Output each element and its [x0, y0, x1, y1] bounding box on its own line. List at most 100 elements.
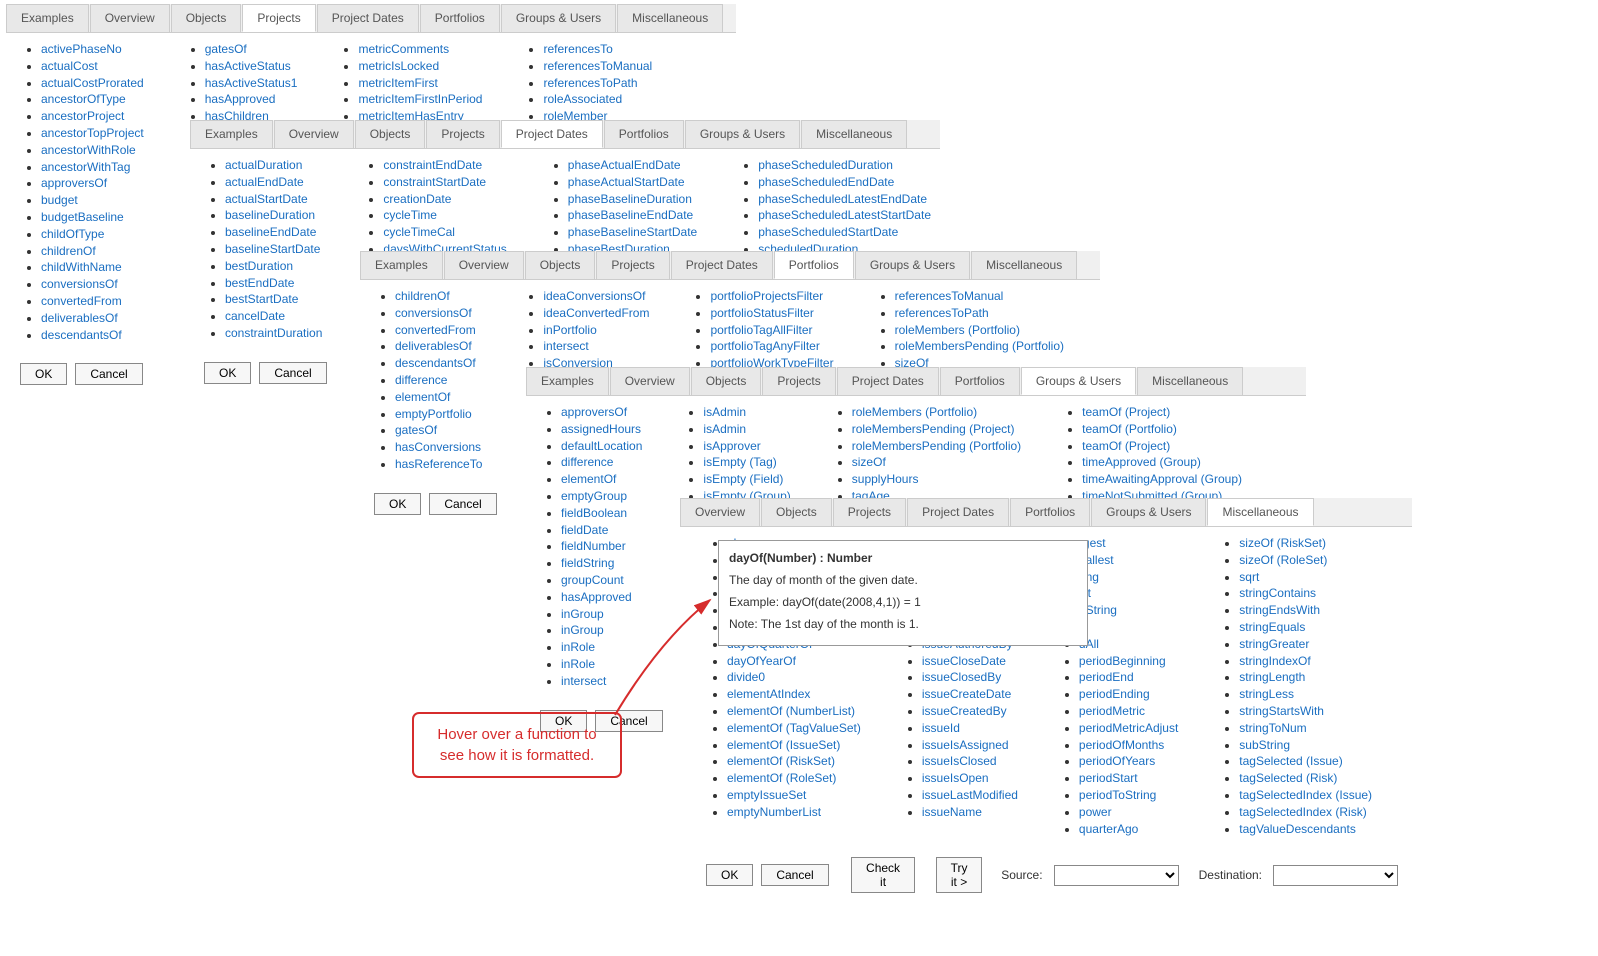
func-link[interactable]: stringStartsWith [1239, 704, 1324, 718]
func-link[interactable]: issueLastModified [922, 788, 1018, 802]
tab-projects[interactable]: Projects [242, 4, 315, 32]
func-link[interactable]: conversionsOf [395, 306, 472, 320]
func-link[interactable]: tagSelectedIndex (Issue) [1239, 788, 1372, 802]
func-link[interactable]: isAdmin [703, 405, 746, 419]
func-link[interactable]: referencesToManual [895, 289, 1004, 303]
tab-overview[interactable]: Overview [274, 120, 354, 148]
func-link[interactable]: constraintEndDate [383, 158, 482, 172]
tab-miscellaneous[interactable]: Miscellaneous [617, 4, 723, 32]
func-link[interactable]: phaseBaselineEndDate [568, 208, 693, 222]
func-link[interactable]: difference [561, 455, 613, 469]
func-link[interactable]: actualCost [41, 59, 98, 73]
tab-portfolios[interactable]: Portfolios [774, 251, 854, 279]
tab-miscellaneous[interactable]: Miscellaneous [1207, 498, 1313, 526]
func-link[interactable]: gatesOf [205, 42, 247, 56]
func-link[interactable]: deliverablesOf [395, 339, 472, 353]
func-link[interactable]: cancelDate [225, 309, 285, 323]
tab-objects[interactable]: Objects [171, 4, 242, 32]
func-link[interactable]: dayOfYearOf [727, 654, 796, 668]
func-link[interactable]: portfolioTagAnyFilter [710, 339, 819, 353]
tab-examples[interactable]: Examples [360, 251, 443, 279]
tab-projects[interactable]: Projects [762, 367, 835, 395]
func-link[interactable]: emptyPortfolio [395, 407, 472, 421]
func-link[interactable]: difference [395, 373, 447, 387]
func-link[interactable]: ideaConvertedFrom [543, 306, 649, 320]
tab-miscellaneous[interactable]: Miscellaneous [971, 251, 1077, 279]
func-link[interactable]: baselineDuration [225, 208, 315, 222]
func-link[interactable]: convertedFrom [41, 294, 122, 308]
func-link[interactable]: baselineStartDate [225, 242, 320, 256]
func-link[interactable]: conversionsOf [41, 277, 118, 291]
tab-miscellaneous[interactable]: Miscellaneous [801, 120, 907, 148]
tab-examples[interactable]: Examples [526, 367, 609, 395]
func-link[interactable]: tagSelectedIndex (Risk) [1239, 805, 1366, 819]
func-link[interactable]: constraintStartDate [383, 175, 486, 189]
func-link[interactable]: bestStartDate [225, 292, 298, 306]
tab-project-dates[interactable]: Project Dates [907, 498, 1009, 526]
func-link[interactable]: phaseBaselineDuration [568, 192, 692, 206]
func-link[interactable]: issueCreateDate [922, 687, 1011, 701]
func-link[interactable]: stringEndsWith [1239, 603, 1320, 617]
func-link[interactable]: sizeOf [852, 455, 886, 469]
func-link[interactable]: periodOfMonths [1079, 738, 1164, 752]
func-link[interactable]: stringEquals [1239, 620, 1305, 634]
func-link[interactable]: fieldNumber [561, 539, 626, 553]
func-link[interactable]: elementAtIndex [727, 687, 810, 701]
func-link[interactable]: issueName [922, 805, 982, 819]
tab-portfolios[interactable]: Portfolios [940, 367, 1020, 395]
func-link[interactable]: descendantsOf [41, 328, 122, 342]
ok-button[interactable]: OK [204, 362, 251, 384]
func-link[interactable]: portfolioTagAllFilter [710, 323, 812, 337]
func-link[interactable]: quarterAgo [1079, 822, 1138, 836]
func-link[interactable]: bestEndDate [225, 276, 294, 290]
func-link[interactable]: hasReferenceTo [395, 457, 482, 471]
ok-button[interactable]: OK [374, 493, 421, 515]
tab-groups-users[interactable]: Groups & Users [855, 251, 970, 279]
func-link[interactable]: sqrt [1239, 570, 1259, 584]
func-link[interactable]: metricComments [358, 42, 449, 56]
func-link[interactable]: elementOf [395, 390, 450, 404]
func-link[interactable]: phaseScheduledLatestEndDate [758, 192, 927, 206]
tab-objects[interactable]: Objects [355, 120, 426, 148]
tab-groups-users[interactable]: Groups & Users [501, 4, 616, 32]
func-link[interactable]: ideaConversionsOf [543, 289, 645, 303]
checkit-button[interactable]: Check it [851, 857, 915, 893]
func-link[interactable]: subString [1239, 738, 1290, 752]
func-link[interactable]: referencesTo [543, 42, 612, 56]
func-link[interactable]: periodOfYears [1079, 754, 1155, 768]
tab-groups-users[interactable]: Groups & Users [1021, 367, 1136, 395]
tab-overview[interactable]: Overview [610, 367, 690, 395]
tab-examples[interactable]: Examples [190, 120, 273, 148]
tryit-button[interactable]: Try it > [936, 857, 983, 893]
func-link[interactable]: issueIsClosed [922, 754, 997, 768]
func-link[interactable]: elementOf (TagValueSet) [727, 721, 861, 735]
func-link[interactable]: isEmpty (Field) [703, 472, 783, 486]
func-link[interactable]: periodMetric [1079, 704, 1145, 718]
func-link[interactable]: inRole [561, 640, 595, 654]
func-link[interactable]: referencesToPath [895, 306, 989, 320]
func-link[interactable]: actualEndDate [225, 175, 304, 189]
func-link[interactable]: bestDuration [225, 259, 293, 273]
func-link[interactable]: actualStartDate [225, 192, 308, 206]
func-link[interactable]: phaseScheduledDuration [758, 158, 893, 172]
func-link[interactable]: power [1079, 805, 1112, 819]
func-link[interactable]: teamOf (Project) [1082, 405, 1170, 419]
func-link[interactable]: stringContains [1239, 586, 1316, 600]
tab-objects[interactable]: Objects [691, 367, 762, 395]
func-link[interactable]: intersect [543, 339, 588, 353]
func-link[interactable]: defaultLocation [561, 439, 642, 453]
func-link[interactable]: timeAwaitingApproval (Group) [1082, 472, 1242, 486]
func-link[interactable]: stringToNum [1239, 721, 1306, 735]
func-link[interactable]: hasConversions [395, 440, 481, 454]
func-link[interactable]: hasActiveStatus [205, 59, 291, 73]
func-link[interactable]: budget [41, 193, 78, 207]
tab-portfolios[interactable]: Portfolios [604, 120, 684, 148]
func-link[interactable]: portfolioProjectsFilter [710, 289, 823, 303]
func-link[interactable]: ancestorOfType [41, 92, 126, 106]
func-link[interactable]: cycleTime [383, 208, 437, 222]
func-link[interactable]: tagSelected (Issue) [1239, 754, 1342, 768]
func-link[interactable]: roleMembersPending (Portfolio) [852, 439, 1021, 453]
func-link[interactable]: fieldBoolean [561, 506, 627, 520]
func-link[interactable]: inPortfolio [543, 323, 596, 337]
func-link[interactable]: isApprover [703, 439, 760, 453]
